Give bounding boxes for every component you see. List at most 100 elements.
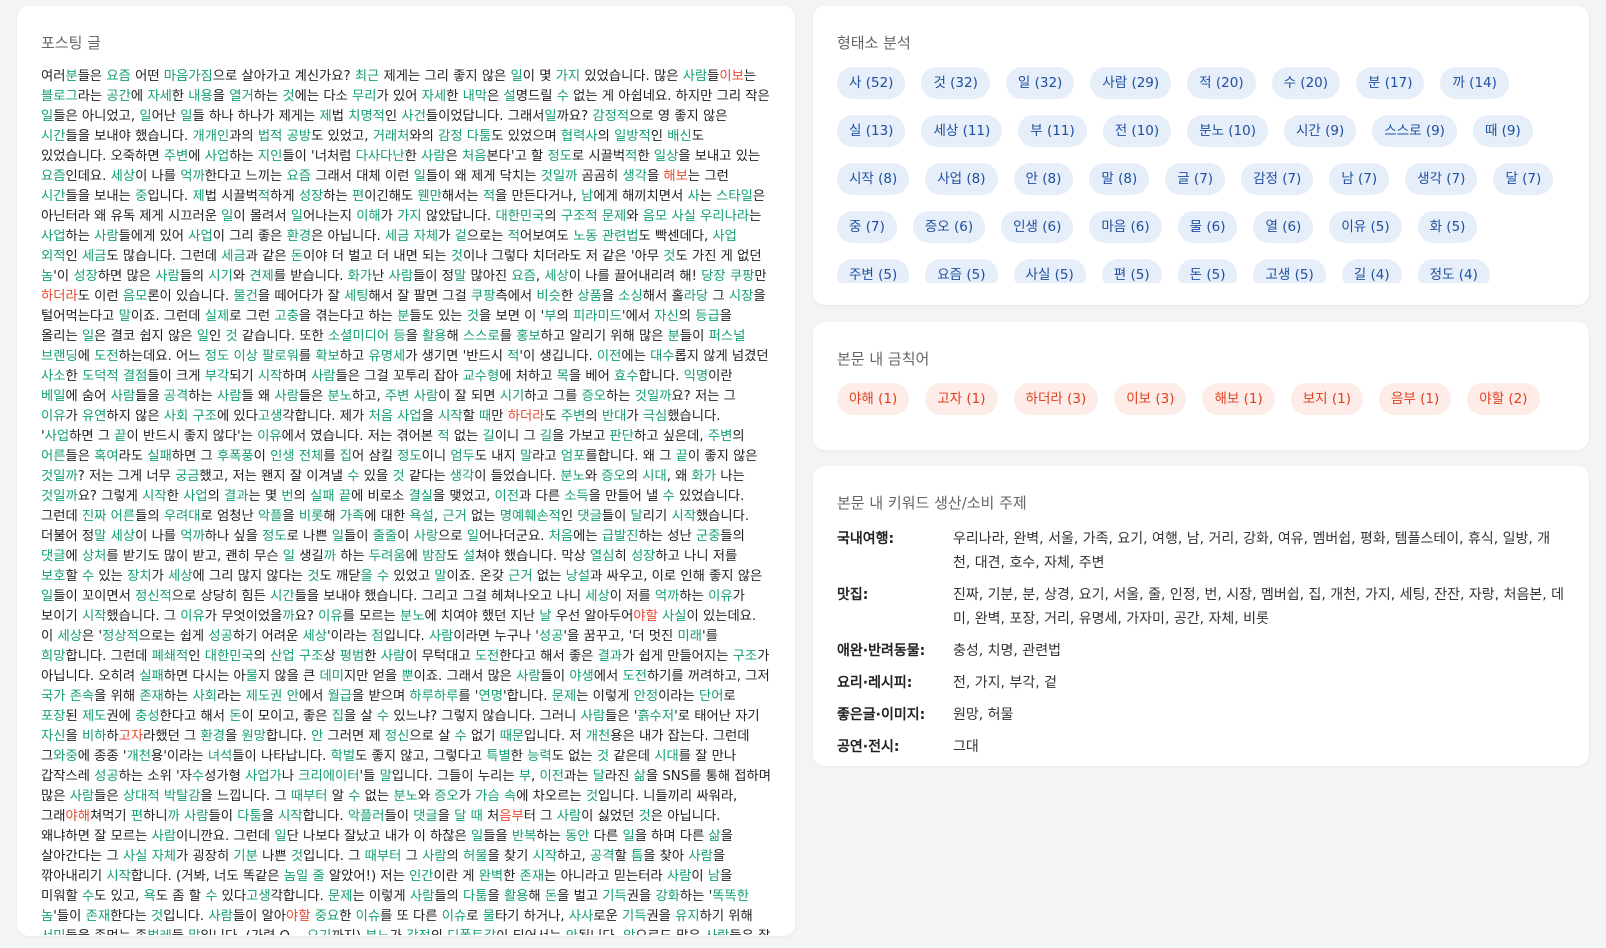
morpheme-chip[interactable]: 중 (7) — [837, 211, 897, 243]
morpheme-chip[interactable]: 화 (5) — [1417, 211, 1478, 243]
morpheme-chip[interactable]: 돈 (5) — [1177, 259, 1238, 283]
keyword-highlight: 사람 — [151, 829, 177, 844]
morpheme-chip[interactable]: 편 (5) — [1101, 259, 1162, 283]
keyword-highlight: 사회 — [163, 409, 189, 424]
keyword-highlight: 말 — [94, 529, 107, 544]
morpheme-chip[interactable]: 인생 (6) — [1001, 211, 1074, 243]
morpheme-chip[interactable]: 스스로 (9) — [1372, 115, 1457, 147]
keyword-highlight: 비롯 — [298, 509, 324, 524]
morpheme-chip[interactable]: 사람 (29) — [1090, 67, 1172, 99]
keyword-highlight: 길 — [539, 429, 553, 444]
keyword-highlight: 최근 — [354, 69, 380, 84]
forbidden-chip[interactable]: 이보 (3) — [1114, 383, 1187, 415]
keyword-highlight: 것 — [596, 749, 610, 764]
morpheme-chip[interactable]: 적 (20) — [1187, 67, 1256, 99]
morpheme-chip[interactable]: 사실 (5) — [1013, 259, 1086, 283]
morpheme-chip[interactable]: 시작 (8) — [837, 163, 910, 195]
morpheme-chip[interactable]: 생각 (7) — [1405, 163, 1478, 195]
morpheme-chip[interactable]: 부 (11) — [1018, 115, 1087, 147]
morpheme-chip[interactable]: 시간 (9) — [1284, 115, 1357, 147]
keyword-highlight: 시작 — [671, 509, 696, 524]
keyword-highlight: 요기 — [307, 929, 331, 935]
keyword-highlight: 국가 — [41, 689, 66, 704]
morpheme-chip[interactable]: 분 (17) — [1356, 67, 1425, 99]
keyword-highlight: 도전 — [94, 349, 119, 364]
keyword-highlight: 분노 — [400, 609, 425, 624]
keyword-highlight: 협력사 — [560, 129, 598, 144]
keyword-highlight: 세금 — [81, 249, 107, 264]
keyword-highlight: 개개인 — [192, 129, 230, 144]
forbidden-chip[interactable]: 해보 (1) — [1202, 383, 1275, 415]
keyword-highlight: 자체 — [151, 849, 177, 864]
forbidden-chip[interactable]: 하더라 (3) — [1013, 383, 1099, 415]
keyword-highlight: 제도 — [81, 709, 107, 724]
keyword-highlight: 것일까 — [634, 389, 672, 404]
morpheme-chip[interactable]: 물 (6) — [1177, 211, 1238, 243]
morpheme-chip[interactable]: 세상 (11) — [921, 115, 1003, 147]
keyword-highlight: 교수형 — [462, 369, 500, 384]
morpheme-chip[interactable]: 마음 (6) — [1089, 211, 1162, 243]
keyword-highlight: 월급 — [327, 689, 353, 704]
topic-title: 본문 내 키워드 생산/소비 주제 — [837, 494, 1027, 512]
keyword-highlight: 구조 — [298, 649, 324, 664]
keyword-highlight: 도전 — [474, 649, 500, 664]
keyword-highlight: 일 — [221, 209, 234, 224]
topic-scroll[interactable]: 국내여행: 우리나라, 완벽, 서울, 가족, 요기, 여행, 남, 거리, 강화… — [837, 527, 1565, 775]
morpheme-chip[interactable]: 말 (8) — [1089, 163, 1150, 195]
morpheme-chip[interactable]: 길 (4) — [1341, 259, 1402, 283]
morpheme-chip[interactable]: 때 (9) — [1472, 115, 1533, 147]
morpheme-chip[interactable]: 분노 (10) — [1187, 115, 1268, 147]
keyword-highlight: 증오 — [581, 389, 607, 404]
keyword-highlight: 주변 — [384, 389, 410, 404]
morpheme-chip[interactable]: 수 (20) — [1271, 67, 1341, 99]
keyword-highlight: 욕 — [143, 889, 156, 904]
morpheme-chip[interactable]: 달 (7) — [1493, 163, 1554, 195]
keyword-highlight: 연명 — [478, 689, 503, 704]
keyword-highlight: 쿠팡 — [471, 289, 496, 304]
keyword-highlight: 때 — [479, 409, 492, 424]
keyword-highlight: 삶 — [633, 769, 646, 784]
morpheme-chip[interactable]: 정도 (4) — [1417, 259, 1490, 283]
keyword-highlight: 수 — [454, 729, 467, 744]
morpheme-scroll[interactable]: 사 (52) 것 (32) 일 (32) 사람 (29) 적 (20) 수 (20) 분 (… — [837, 67, 1565, 283]
keyword-highlight: 환경 — [286, 229, 312, 244]
posting-body[interactable]: 여러분들은 요즘 어떤 마음가짐으로 살아가고 계신가요? 최근 제게는 그리 … — [41, 67, 771, 935]
morpheme-chip[interactable]: 사업 (8) — [925, 163, 998, 195]
morpheme-chip[interactable]: 글 (7) — [1165, 163, 1226, 195]
keyword-highlight: 목 — [556, 369, 569, 384]
keyword-highlight: 돈 — [229, 709, 242, 724]
keyword-highlight: 다툼 — [466, 129, 492, 144]
forbidden-chip[interactable]: 고자 (1) — [925, 383, 998, 415]
forbidden-chip[interactable]: 야해 (1) — [837, 383, 910, 415]
keyword-highlight: 기득 — [621, 909, 647, 924]
morpheme-chip[interactable]: 열 (6) — [1253, 211, 1314, 243]
keyword-highlight: 유지 — [675, 909, 700, 924]
topic-keywords: 원망, 허물 — [953, 707, 1014, 723]
morpheme-chip[interactable]: 실 (13) — [837, 115, 906, 147]
morpheme-chip[interactable]: 사 (52) — [837, 67, 906, 99]
morpheme-chip[interactable]: 요즘 (5) — [925, 259, 998, 283]
forbidden-chip[interactable]: 음부 (1) — [1379, 383, 1452, 415]
morpheme-chip[interactable]: 것 (32) — [921, 67, 990, 99]
keyword-highlight: 다툼 — [463, 889, 488, 904]
morpheme-chip[interactable]: 증오 (6) — [912, 211, 986, 243]
morpheme-chip[interactable]: 감정 (7) — [1241, 163, 1314, 195]
keyword-highlight: 궁금 — [175, 469, 200, 484]
keyword-highlight: 이유 — [318, 609, 343, 624]
keyword-highlight: 부 — [518, 769, 532, 784]
keyword-highlight: 수 — [347, 469, 360, 484]
morpheme-chip[interactable]: 고생 (5) — [1253, 259, 1326, 283]
keyword-highlight: 존재 — [139, 689, 164, 704]
morpheme-chip[interactable]: 남 (7) — [1329, 163, 1390, 195]
morpheme-chip[interactable]: 이유 (5) — [1329, 211, 1402, 243]
morpheme-chip[interactable]: 전 (10) — [1102, 115, 1172, 147]
morpheme-chip[interactable]: 까 (14) — [1440, 67, 1509, 99]
morpheme-chip[interactable]: 주변 (5) — [837, 259, 910, 283]
keyword-highlight: 것일까 — [41, 469, 78, 484]
morpheme-chip[interactable]: 안 (8) — [1013, 163, 1074, 195]
forbidden-chip[interactable]: 야할 (2) — [1467, 383, 1540, 415]
keyword-highlight: 시기 — [499, 389, 525, 404]
morpheme-chip[interactable]: 일 (32) — [1005, 67, 1075, 99]
forbidden-chip[interactable]: 보지 (1) — [1290, 383, 1364, 415]
keyword-highlight: 구조적 — [560, 209, 598, 224]
